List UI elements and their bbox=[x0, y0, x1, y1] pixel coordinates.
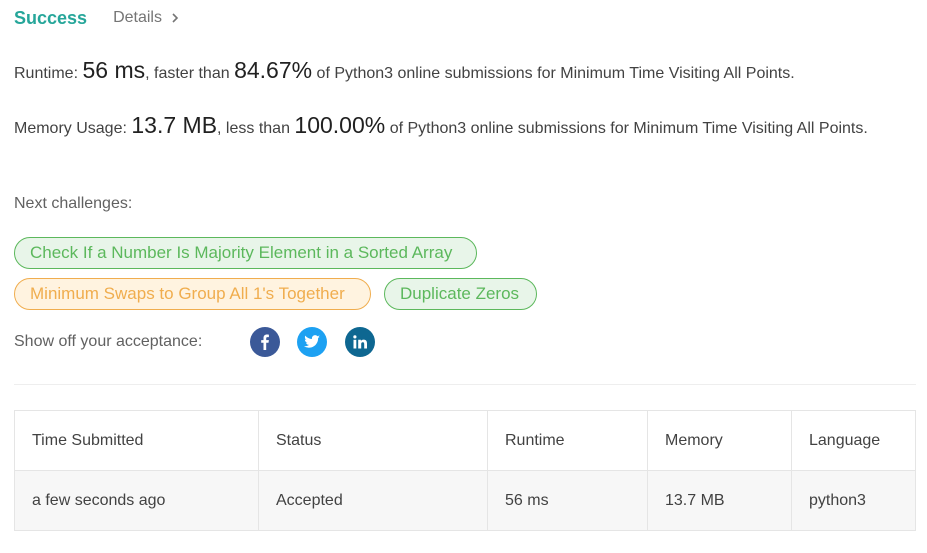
column-header-runtime[interactable]: Runtime bbox=[487, 410, 648, 471]
challenge-link-duplicate-zeros[interactable]: Duplicate Zeros bbox=[384, 278, 537, 310]
memory-comparison: , less than bbox=[217, 120, 290, 137]
cell-memory: 13.7 MB bbox=[647, 470, 792, 531]
memory-label: Memory Usage: bbox=[14, 120, 127, 137]
details-label: Details bbox=[113, 9, 162, 26]
column-header-time-submitted[interactable]: Time Submitted bbox=[14, 410, 259, 471]
column-header-memory[interactable]: Memory bbox=[647, 410, 792, 471]
cell-status-accepted-link[interactable]: Accepted bbox=[258, 470, 488, 531]
submission-result-page: Success Details Runtime: 56 ms, faster t… bbox=[0, 0, 927, 553]
memory-summary: Memory Usage: 13.7 MB, less than 100.00%… bbox=[14, 112, 894, 142]
runtime-comparison: , faster than bbox=[145, 65, 230, 82]
details-link[interactable]: Details bbox=[113, 9, 180, 27]
runtime-label: Runtime: bbox=[14, 65, 79, 82]
share-label: Show off your acceptance: bbox=[14, 333, 203, 350]
table-row: a few seconds ago Accepted 56 ms 13.7 MB… bbox=[14, 470, 916, 531]
cell-time-submitted: a few seconds ago bbox=[14, 470, 259, 531]
table-header-row: Time Submitted Status Runtime Memory Lan… bbox=[14, 410, 916, 471]
column-header-status[interactable]: Status bbox=[258, 410, 488, 471]
memory-percent: 100.00% bbox=[294, 112, 386, 138]
memory-suffix: of Python3 online submissions for Minimu… bbox=[389, 120, 868, 137]
memory-value: 13.7 MB bbox=[131, 112, 218, 138]
runtime-summary: Runtime: 56 ms, faster than 84.67% of Py… bbox=[14, 57, 795, 87]
submissions-table: Time Submitted Status Runtime Memory Lan… bbox=[14, 410, 916, 531]
challenge-link-majority-element[interactable]: Check If a Number Is Majority Element in… bbox=[14, 237, 477, 269]
chevron-right-icon bbox=[172, 13, 179, 23]
share-row: Show off your acceptance: bbox=[14, 328, 202, 356]
cell-runtime: 56 ms bbox=[487, 470, 648, 531]
runtime-suffix: of Python3 online submissions for Minimu… bbox=[316, 65, 795, 82]
challenge-link-minimum-swaps[interactable]: Minimum Swaps to Group All 1's Together bbox=[14, 278, 371, 310]
runtime-percent: 84.67% bbox=[234, 57, 313, 83]
facebook-icon[interactable] bbox=[250, 327, 280, 357]
cell-language: python3 bbox=[791, 470, 916, 531]
column-header-language[interactable]: Language bbox=[791, 410, 916, 471]
twitter-icon[interactable] bbox=[297, 327, 327, 357]
next-challenges-label: Next challenges: bbox=[14, 195, 133, 212]
result-header: Success Details bbox=[14, 6, 180, 30]
section-divider bbox=[14, 384, 916, 385]
linkedin-icon[interactable] bbox=[345, 327, 375, 357]
status-title: Success bbox=[14, 7, 88, 28]
runtime-value: 56 ms bbox=[82, 57, 146, 83]
